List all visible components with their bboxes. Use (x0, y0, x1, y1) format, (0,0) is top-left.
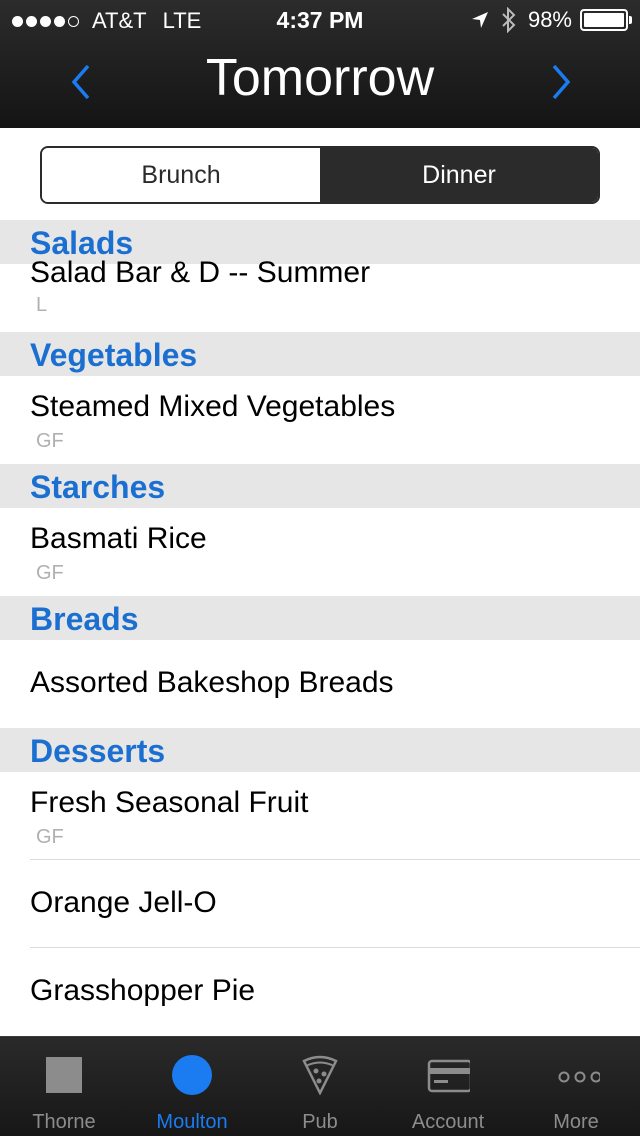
status-bar: AT&T LTE 4:37 PM 98% (0, 0, 640, 40)
meal-segmented-control: Brunch Dinner (40, 146, 600, 204)
list-item[interactable]: Grasshopper Pie (0, 948, 640, 1036)
item-name: Assorted Bakeshop Breads (30, 666, 394, 699)
tab-more[interactable]: More (512, 1037, 640, 1136)
battery-icon (580, 9, 632, 31)
tab-label: Thorne (32, 1111, 96, 1133)
tab-pub[interactable]: Pub (256, 1037, 384, 1136)
credit-card-icon (427, 1059, 470, 1093)
item-name: Orange Jell-O (30, 886, 217, 919)
square-icon (46, 1057, 82, 1093)
tab-thorne[interactable]: Thorne (0, 1037, 128, 1136)
tab-label: More (553, 1111, 599, 1133)
tab-label: Account (411, 1111, 485, 1133)
tab-bar: Thorne Moulton Pub Account More (0, 1036, 640, 1136)
tab-label: Pub (302, 1111, 338, 1133)
item-tag: GF (36, 562, 64, 584)
pizza-icon (302, 1055, 338, 1095)
list-item[interactable]: Steamed Mixed Vegetables GF (0, 376, 640, 464)
section-header-breads: Breads (0, 596, 640, 640)
item-name: Salad Bar & D -- Summer (30, 256, 371, 289)
segment-brunch[interactable]: Brunch (42, 148, 320, 202)
tab-moulton[interactable]: Moulton (128, 1037, 256, 1136)
item-tag: GF (36, 430, 64, 452)
item-tag: L (36, 294, 48, 316)
chevron-right-icon (552, 64, 571, 100)
section-header-desserts: Desserts (0, 728, 640, 772)
section-header-vegetables: Vegetables (0, 332, 640, 376)
menu-list: Salads Salad Bar & D -- Summer L Vegetab… (0, 220, 640, 1036)
next-day-button[interactable] (540, 60, 580, 104)
more-icon (558, 1071, 600, 1083)
section-header-starches: Starches (0, 464, 640, 508)
item-name: Fresh Seasonal Fruit (30, 786, 309, 819)
item-name: Basmati Rice (30, 522, 207, 555)
navigation-bar: AT&T LTE 4:37 PM 98% Tomorrow (0, 0, 640, 128)
bluetooth-icon (502, 7, 516, 33)
list-item[interactable]: Basmati Rice GF (0, 508, 640, 596)
circle-icon (172, 1055, 212, 1095)
battery-percentage: 98% (527, 7, 572, 32)
tab-account[interactable]: Account (384, 1037, 512, 1136)
item-name: Grasshopper Pie (30, 974, 256, 1007)
list-item[interactable]: Assorted Bakeshop Breads (0, 640, 640, 728)
tab-label: Moulton (156, 1111, 228, 1133)
list-item[interactable]: Fresh Seasonal Fruit GF (0, 772, 640, 860)
list-item[interactable]: Orange Jell-O (0, 860, 640, 948)
item-name: Steamed Mixed Vegetables (30, 390, 396, 423)
list-item[interactable]: Salad Bar & D -- Summer L (0, 256, 640, 332)
segment-dinner[interactable]: Dinner (320, 148, 598, 202)
item-tag: GF (36, 826, 64, 848)
location-arrow-icon (471, 12, 488, 28)
